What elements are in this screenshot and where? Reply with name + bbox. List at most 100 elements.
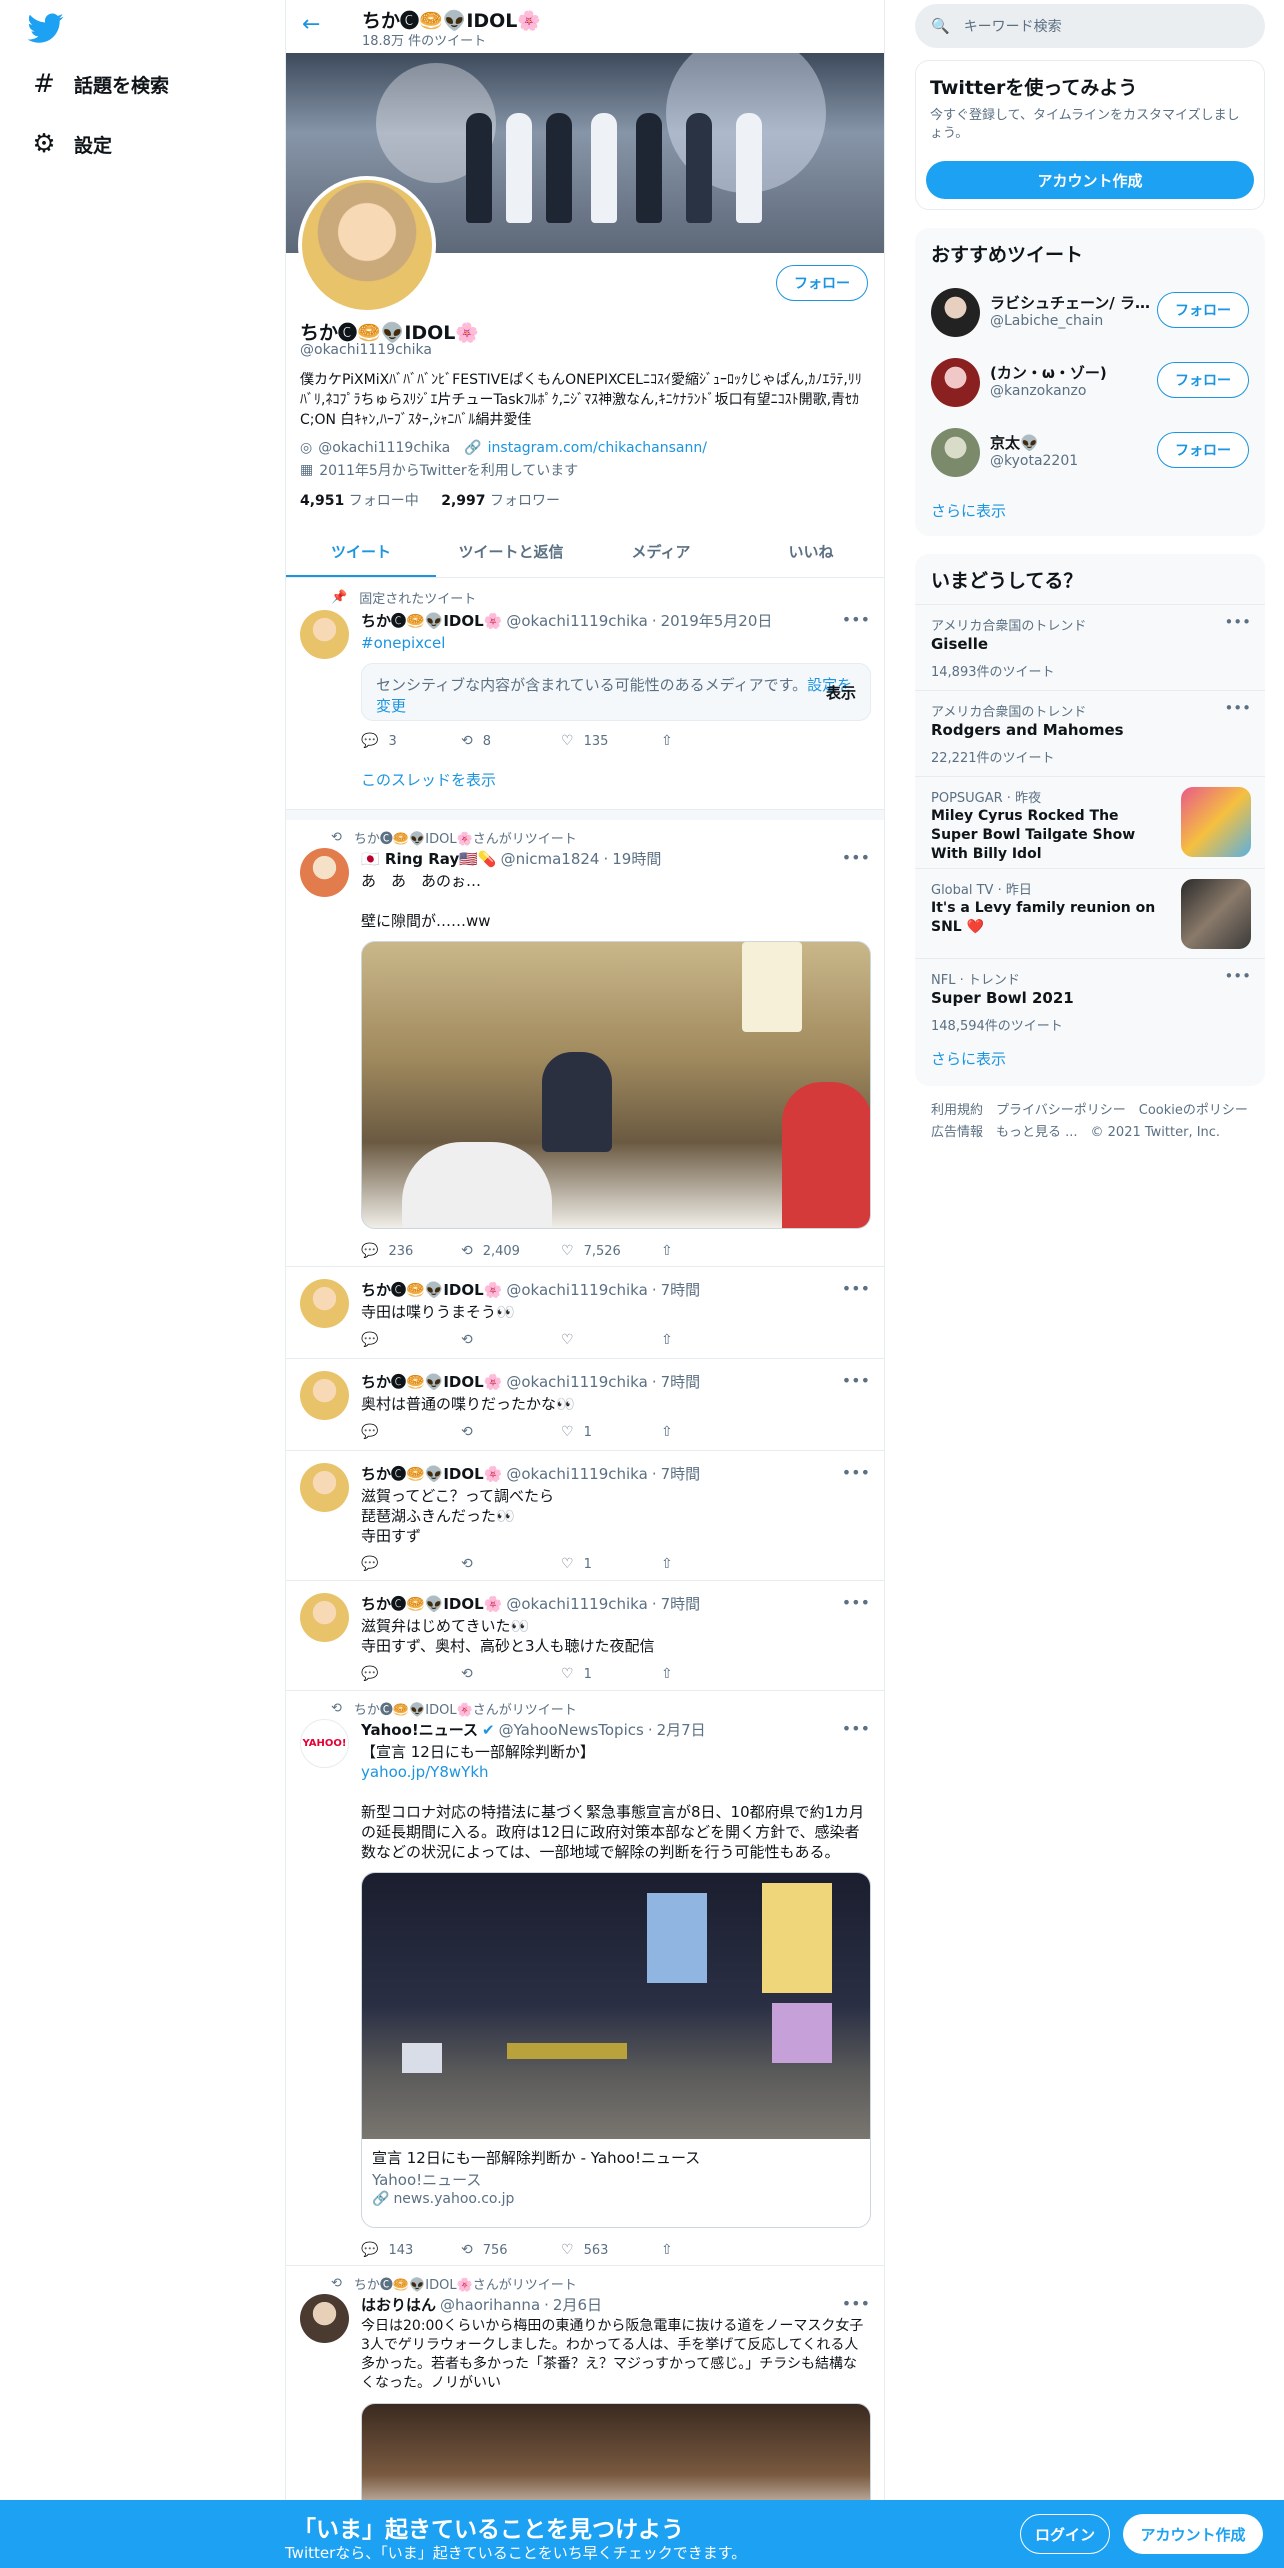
avatar[interactable] xyxy=(931,428,980,477)
share-button[interactable]: ⇧ xyxy=(661,733,761,749)
retweet-button[interactable]: ⟲ xyxy=(461,1332,561,1348)
suggest-follow-button[interactable]: フォロー xyxy=(1157,292,1249,328)
trend-item[interactable]: POPSUGAR · 昨夜 Miley Cyrus Rocked The Sup… xyxy=(915,776,1265,868)
signup-button[interactable]: アカウント作成 xyxy=(926,161,1254,199)
avatar[interactable] xyxy=(300,1593,349,1642)
profile-avatar[interactable] xyxy=(298,176,436,314)
retweet-button[interactable]: ⟲ xyxy=(461,1424,561,1440)
followers-link[interactable]: 2,997 フォロワー xyxy=(441,493,560,509)
following-link[interactable]: 4,951 フォロー中 xyxy=(300,493,419,509)
more-icon[interactable]: ••• xyxy=(1224,613,1251,631)
tweet-author-name[interactable]: ちか🅒🥯👽IDOL🌸 xyxy=(361,610,502,631)
twitter-logo-icon[interactable] xyxy=(28,10,64,46)
link-card[interactable]: 宣言 12日にも一部解除判断か - Yahoo!ニュース Yahoo!ニュース … xyxy=(361,1872,871,2228)
tweet-time[interactable]: 7時間 xyxy=(661,1371,701,1392)
trend-item[interactable]: アメリカ合衆国のトレンド ••• Giselle 14,893件のツイート xyxy=(915,604,1265,690)
like-button[interactable]: ♡ xyxy=(561,1332,661,1348)
retweet-button[interactable]: ⟲ 2,409 xyxy=(461,1243,561,1259)
trend-item[interactable]: アメリカ合衆国のトレンド ••• Rodgers and Mahomes 22,… xyxy=(915,690,1265,776)
tweet[interactable]: ••• ちか🅒🥯👽IDOL🌸 @okachi1119chika · 7時間 奥村… xyxy=(286,1359,884,1451)
tweet[interactable]: ••• ちか🅒🥯👽IDOL🌸 @okachi1119chika · 7時間 滋賀… xyxy=(286,1581,884,1691)
footer-line[interactable]: 広告情報 もっと見る ... © 2021 Twitter, Inc. xyxy=(931,1122,1261,1144)
share-button[interactable]: ⇧ xyxy=(661,1424,761,1440)
yahoo-avatar[interactable]: YAHOO! xyxy=(300,1719,349,1768)
tweet-author-handle[interactable]: @okachi1119chika xyxy=(506,1595,647,1613)
share-button[interactable]: ⇧ xyxy=(661,2242,761,2258)
tweet-author-handle[interactable]: @okachi1119chika xyxy=(506,1465,647,1483)
nav-settings[interactable]: ⚙ 設定 xyxy=(28,124,112,164)
tweet-time[interactable]: 2月6日 xyxy=(553,2294,602,2315)
share-button[interactable]: ⇧ xyxy=(661,1243,761,1259)
reply-button[interactable]: 💬 xyxy=(361,1666,461,1682)
tweet-time[interactable]: 7時間 xyxy=(661,1593,701,1614)
share-button[interactable]: ⇧ xyxy=(661,1556,761,1572)
share-button[interactable]: ⇧ xyxy=(661,1666,761,1682)
reply-button[interactable]: 💬 xyxy=(361,1424,461,1440)
like-button[interactable]: ♡ 563 xyxy=(561,2242,661,2258)
tweet-author-name[interactable]: ちか🅒🥯👽IDOL🌸 xyxy=(361,1463,502,1484)
tweet[interactable]: ••• ちか🅒🥯👽IDOL🌸 @okachi1119chika · 7時間 滋賀… xyxy=(286,1451,884,1581)
suggest-show-more[interactable]: さらに表示 xyxy=(931,500,1006,521)
signup-button[interactable]: アカウント作成 xyxy=(1123,2514,1263,2554)
suggest-user[interactable]: ラビシュチェーン/ ラ… @Labiche_chain フォロー xyxy=(915,278,1265,348)
back-arrow-icon[interactable]: ← xyxy=(302,12,320,37)
tweet-pinned[interactable]: 📌 固定されたツイート ••• ちか🅒🥯👽IDOL🌸 @okachi1119ch… xyxy=(286,578,884,810)
avatar[interactable] xyxy=(931,288,980,337)
tweet-author-name[interactable]: ちか🅒🥯👽IDOL🌸 xyxy=(361,1371,502,1392)
tweet-author-handle[interactable]: @okachi1119chika xyxy=(506,1281,647,1299)
tweet-retweet[interactable]: ⟲ ちか🅒🥯👽IDOL🌸さんがリツイート YAHOO! ••• Yahoo!ニュ… xyxy=(286,1691,884,2266)
tweet-link[interactable]: yahoo.jp/Y8wYkh xyxy=(361,1762,871,1782)
like-button[interactable]: ♡ 1 xyxy=(561,1424,661,1440)
avatar[interactable] xyxy=(300,610,349,659)
avatar[interactable] xyxy=(300,1279,349,1328)
tweet-author-name[interactable]: はおりはん xyxy=(361,2294,436,2315)
profile-link[interactable]: instagram.com/chikachansann/ xyxy=(488,440,707,456)
more-icon[interactable]: ••• xyxy=(1224,967,1251,985)
tweet-time[interactable]: 2月7日 xyxy=(657,1719,706,1740)
show-thread-link[interactable]: このスレッドを表示 xyxy=(361,769,871,790)
retweet-button[interactable]: ⟲ xyxy=(461,1666,561,1682)
tab-tweets-replies[interactable]: ツイートと返信 xyxy=(436,526,586,577)
reply-button[interactable]: 💬 236 xyxy=(361,1243,461,1259)
nav-explore[interactable]: # 話題を検索 xyxy=(28,64,169,104)
tab-tweets[interactable]: ツイート xyxy=(286,526,436,577)
tweet-author-handle[interactable]: @haorihanna xyxy=(440,2296,540,2314)
retweet-button[interactable]: ⟲ 756 xyxy=(461,2242,561,2258)
suggest-follow-button[interactable]: フォロー xyxy=(1157,362,1249,398)
tweet-time[interactable]: 7時間 xyxy=(661,1463,701,1484)
tweet-author-handle[interactable]: @YahooNewsTopics xyxy=(499,1721,644,1739)
reply-button[interactable]: 💬 3 xyxy=(361,733,461,749)
retweet-button[interactable]: ⟲ 8 xyxy=(461,733,561,749)
tweet-author-name[interactable]: 🇯🇵 Ring Ray🇺🇸💊 xyxy=(361,850,497,868)
trend-item[interactable]: NFL · トレンド ••• Super Bowl 2021 148,594件の… xyxy=(915,958,1265,1044)
tab-media[interactable]: メディア xyxy=(586,526,736,577)
tweet-time[interactable]: 19時間 xyxy=(612,848,661,869)
retweet-button[interactable]: ⟲ xyxy=(461,1556,561,1572)
login-button[interactable]: ログイン xyxy=(1020,2514,1110,2554)
avatar[interactable] xyxy=(300,1371,349,1420)
tweet-retweet[interactable]: ⟲ ちか🅒🥯👽IDOL🌸さんがリツイート ••• 🇯🇵 Ring Ray🇺🇸💊 … xyxy=(286,820,884,1267)
more-icon[interactable]: ••• xyxy=(1224,699,1251,717)
avatar[interactable] xyxy=(300,2294,349,2343)
sensitive-show-button[interactable]: 表示 xyxy=(826,682,856,703)
tweet[interactable]: ••• ちか🅒🥯👽IDOL🌸 @okachi1119chika · 7時間 寺田… xyxy=(286,1267,884,1359)
search-input[interactable]: 🔍 キーワード検索 xyxy=(915,4,1265,48)
tweet-time[interactable]: 7時間 xyxy=(661,1279,701,1300)
reply-button[interactable]: 💬 143 xyxy=(361,2242,461,2258)
tweet-author-handle[interactable]: @nicma1824 xyxy=(501,850,600,868)
like-button[interactable]: ♡ 135 xyxy=(561,733,661,749)
tweet-author-name[interactable]: ちか🅒🥯👽IDOL🌸 xyxy=(361,1593,502,1614)
share-button[interactable]: ⇧ xyxy=(661,1332,761,1348)
follow-button[interactable]: フォロー xyxy=(776,265,868,301)
tweet-time[interactable]: 2019年5月20日 xyxy=(661,610,773,631)
suggest-follow-button[interactable]: フォロー xyxy=(1157,432,1249,468)
tweet-author-handle[interactable]: @okachi1119chika xyxy=(506,1373,647,1391)
reply-button[interactable]: 💬 xyxy=(361,1556,461,1572)
tweet-author-handle[interactable]: @okachi1119chika xyxy=(506,612,647,630)
tab-likes[interactable]: いいね xyxy=(736,526,884,577)
trends-show-more[interactable]: さらに表示 xyxy=(931,1048,1006,1069)
like-button[interactable]: ♡ 7,526 xyxy=(561,1243,661,1259)
suggest-user[interactable]: (カン・ω・ゾー) @kanzokanzo フォロー xyxy=(915,348,1265,418)
like-button[interactable]: ♡ 1 xyxy=(561,1556,661,1572)
trend-item[interactable]: Global TV · 昨日 It's a Levy family reunio… xyxy=(915,868,1265,958)
